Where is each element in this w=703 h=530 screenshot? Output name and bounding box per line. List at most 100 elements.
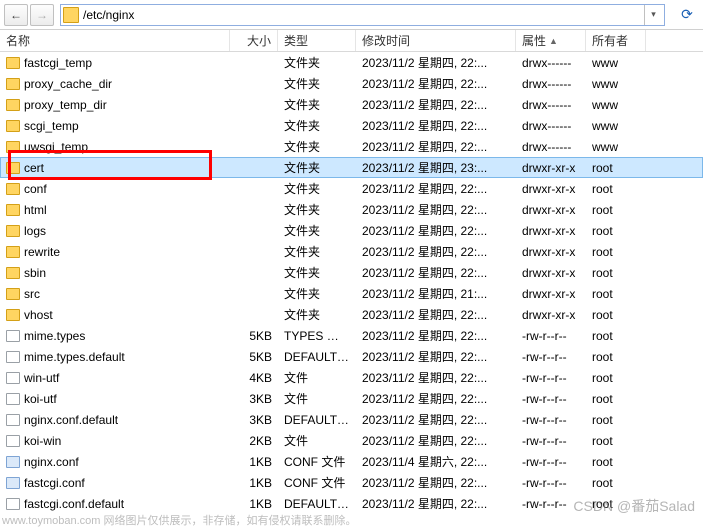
file-owner: www (586, 77, 646, 91)
file-mtime: 2023/11/2 星期四, 22:... (356, 117, 516, 134)
table-row[interactable]: fastcgi.conf1KBCONF 文件2023/11/2 星期四, 22:… (0, 472, 703, 493)
file-name: uwsgi_temp (24, 140, 88, 154)
folder-icon (6, 78, 20, 90)
table-row[interactable]: scgi_temp文件夹2023/11/2 星期四, 22:...drwx---… (0, 115, 703, 136)
file-mtime: 2023/11/4 星期六, 22:... (356, 453, 516, 470)
file-attr: drwxr-xr-x (516, 224, 586, 238)
table-row[interactable]: proxy_temp_dir文件夹2023/11/2 星期四, 22:...dr… (0, 94, 703, 115)
file-mtime: 2023/11/2 星期四, 22:... (356, 432, 516, 449)
file-attr: drwxr-xr-x (516, 203, 586, 217)
folder-icon (6, 162, 20, 174)
chevron-down-icon[interactable]: ▾ (644, 5, 662, 25)
file-attr: drwx------ (516, 77, 586, 91)
file-mtime: 2023/11/2 星期四, 22:... (356, 369, 516, 386)
header-owner[interactable]: 所有者 (586, 30, 646, 51)
file-type: 文件夹 (278, 180, 356, 197)
table-row[interactable]: src文件夹2023/11/2 星期四, 21:...drwxr-xr-xroo… (0, 283, 703, 304)
file-attr: drwxr-xr-x (516, 245, 586, 259)
folder-icon (6, 288, 20, 300)
file-owner: root (586, 245, 646, 259)
header-size[interactable]: 大小 (230, 30, 278, 51)
file-type: 文件夹 (278, 117, 356, 134)
file-attr: drwxr-xr-x (516, 308, 586, 322)
file-owner: www (586, 140, 646, 154)
file-name: nginx.conf (24, 455, 79, 469)
file-attr: -rw-r--r-- (516, 392, 586, 406)
table-row[interactable]: win-utf4KB文件2023/11/2 星期四, 22:...-rw-r--… (0, 367, 703, 388)
table-row[interactable]: cert文件夹2023/11/2 星期四, 23:...drwxr-xr-xro… (0, 157, 703, 178)
file-attr: drwx------ (516, 98, 586, 112)
file-name: sbin (24, 266, 46, 280)
folder-icon (6, 267, 20, 279)
file-owner: root (586, 434, 646, 448)
table-row[interactable]: nginx.conf.default3KBDEFAULT ...2023/11/… (0, 409, 703, 430)
file-attr: drwxr-xr-x (516, 161, 586, 175)
file-owner: root (586, 203, 646, 217)
file-mtime: 2023/11/2 星期四, 22:... (356, 495, 516, 512)
file-owner: root (586, 329, 646, 343)
file-size: 5KB (230, 329, 278, 343)
table-row[interactable]: logs文件夹2023/11/2 星期四, 22:...drwxr-xr-xro… (0, 220, 703, 241)
file-owner: www (586, 98, 646, 112)
file-type: 文件夹 (278, 159, 356, 176)
path-box[interactable]: /etc/nginx ▾ (60, 4, 665, 26)
table-row[interactable]: mime.types.default5KBDEFAULT ...2023/11/… (0, 346, 703, 367)
file-type: 文件夹 (278, 243, 356, 260)
file-icon (6, 456, 20, 468)
file-size: 1KB (230, 497, 278, 511)
file-mtime: 2023/11/2 星期四, 22:... (356, 348, 516, 365)
file-name: scgi_temp (24, 119, 79, 133)
file-owner: root (586, 266, 646, 280)
back-button[interactable]: ← (4, 4, 28, 26)
header-mtime[interactable]: 修改时间 (356, 30, 516, 51)
file-type: DEFAULT ... (278, 413, 356, 427)
file-name: src (24, 287, 40, 301)
file-list: fastcgi_temp文件夹2023/11/2 星期四, 22:...drwx… (0, 52, 703, 514)
header-name[interactable]: 名称 (0, 30, 230, 51)
file-size: 1KB (230, 455, 278, 469)
table-row[interactable]: uwsgi_temp文件夹2023/11/2 星期四, 22:...drwx--… (0, 136, 703, 157)
table-row[interactable]: mime.types5KBTYPES 文件2023/11/2 星期四, 22:.… (0, 325, 703, 346)
table-row[interactable]: proxy_cache_dir文件夹2023/11/2 星期四, 22:...d… (0, 73, 703, 94)
table-row[interactable]: vhost文件夹2023/11/2 星期四, 22:...drwxr-xr-xr… (0, 304, 703, 325)
file-name: koi-utf (24, 392, 57, 406)
folder-icon (6, 141, 20, 153)
file-type: CONF 文件 (278, 453, 356, 470)
file-owner: root (586, 161, 646, 175)
file-name: logs (24, 224, 46, 238)
file-mtime: 2023/11/2 星期四, 22:... (356, 390, 516, 407)
file-mtime: 2023/11/2 星期四, 22:... (356, 306, 516, 323)
file-owner: www (586, 119, 646, 133)
table-row[interactable]: sbin文件夹2023/11/2 星期四, 22:...drwxr-xr-xro… (0, 262, 703, 283)
header-type[interactable]: 类型 (278, 30, 356, 51)
file-type: TYPES 文件 (278, 327, 356, 344)
file-size: 5KB (230, 350, 278, 364)
file-icon (6, 372, 20, 384)
file-type: 文件夹 (278, 54, 356, 71)
file-attr: -rw-r--r-- (516, 329, 586, 343)
refresh-button[interactable]: ⟳ (675, 4, 699, 26)
table-row[interactable]: nginx.conf 1KBCONF 文件2023/11/4 星期六, 22:..… (0, 451, 703, 472)
table-row[interactable]: html文件夹2023/11/2 星期四, 22:...drwxr-xr-xro… (0, 199, 703, 220)
file-type: 文件夹 (278, 222, 356, 239)
table-row[interactable]: conf文件夹2023/11/2 星期四, 22:...drwxr-xr-xro… (0, 178, 703, 199)
file-name: vhost (24, 308, 53, 322)
file-mtime: 2023/11/2 星期四, 22:... (356, 474, 516, 491)
file-name: fastcgi.conf.default (24, 497, 124, 511)
table-row[interactable]: koi-utf3KB文件2023/11/2 星期四, 22:...-rw-r--… (0, 388, 703, 409)
file-icon (6, 498, 20, 510)
refresh-icon: ⟳ (681, 6, 693, 23)
file-attr: -rw-r--r-- (516, 350, 586, 364)
forward-button[interactable]: → (30, 4, 54, 26)
table-row[interactable]: koi-win2KB文件2023/11/2 星期四, 22:...-rw-r--… (0, 430, 703, 451)
file-attr: -rw-r--r-- (516, 455, 586, 469)
file-owner: root (586, 350, 646, 364)
table-row[interactable]: rewrite文件夹2023/11/2 星期四, 22:...drwxr-xr-… (0, 241, 703, 262)
file-owner: www (586, 56, 646, 70)
header-attr[interactable]: 属性▲ (516, 30, 586, 51)
file-name: cert (24, 161, 44, 175)
toolbar: ← → /etc/nginx ▾ ⟳ (0, 0, 703, 30)
table-row[interactable]: fastcgi_temp文件夹2023/11/2 星期四, 22:...drwx… (0, 52, 703, 73)
file-icon (6, 393, 20, 405)
file-attr: drwxr-xr-x (516, 182, 586, 196)
